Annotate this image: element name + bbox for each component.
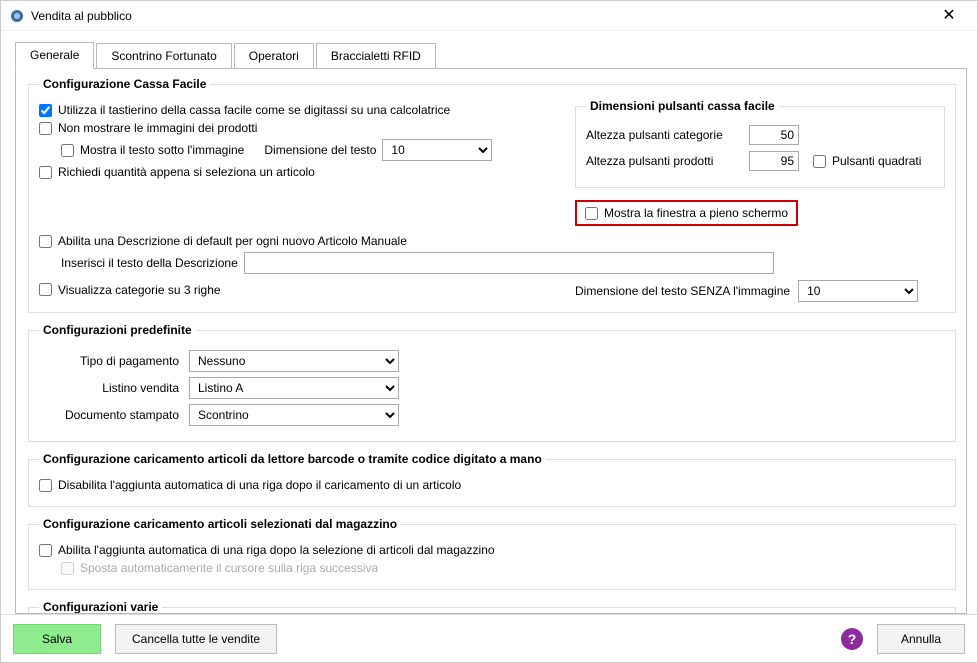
chk-richiedi-quantita-input[interactable]	[39, 166, 52, 179]
tipo-pagamento-select[interactable]: Nessuno	[189, 350, 399, 372]
group-legend: Dimensioni pulsanti cassa facile	[586, 99, 779, 113]
chk-categorie-3-righe-input[interactable]	[39, 283, 52, 296]
tab-label: Operatori	[249, 49, 299, 63]
descrizione-label: Inserisci il testo della Descrizione	[61, 256, 238, 270]
window-root: Vendita al pubblico ✕ Generale Scontrino…	[0, 0, 978, 663]
chk-label: Abilita l'aggiunta automatica di una rig…	[58, 543, 495, 557]
titlebar: Vendita al pubblico ✕	[1, 1, 977, 31]
chk-abilita-descrizione-default-input[interactable]	[39, 235, 52, 248]
chk-tastierino[interactable]: Utilizza il tastierino della cassa facil…	[39, 103, 450, 117]
dim-testo-label: Dimensione del testo	[264, 143, 376, 157]
chk-pulsanti-quadrati-input[interactable]	[813, 155, 826, 168]
altezza-prodotti-label: Altezza pulsanti prodotti	[586, 154, 741, 168]
chk-non-mostrare-immagini[interactable]: Non mostrare le immagini dei prodotti	[39, 121, 257, 135]
chk-richiedi-quantita[interactable]: Richiedi quantità appena si seleziona un…	[39, 165, 315, 179]
chk-label: Mostra il testo sotto l'immagine	[80, 143, 244, 157]
clear-sales-button[interactable]: Cancella tutte le vendite	[115, 624, 277, 654]
tab-label: Braccialetti RFID	[331, 49, 421, 63]
chk-sposta-cursore-input	[61, 562, 74, 575]
footer-bar: Salva Cancella tutte le vendite ? Annull…	[1, 614, 977, 662]
altezza-categorie-input[interactable]	[749, 125, 799, 145]
chk-abilita-descrizione-default[interactable]: Abilita una Descrizione di default per o…	[39, 234, 407, 248]
descrizione-input[interactable]	[244, 252, 774, 274]
dim-testo-senza-label: Dimensione del testo SENZA l'immagine	[575, 284, 790, 298]
chk-label: Disabilita l'aggiunta automatica di una …	[58, 478, 461, 492]
tab-operatori[interactable]: Operatori	[234, 43, 314, 69]
chk-testo-sotto-immagine-input[interactable]	[61, 144, 74, 157]
listino-vendita-select[interactable]: Listino A	[189, 377, 399, 399]
altezza-prodotti-input[interactable]	[749, 151, 799, 171]
altezza-categorie-label: Altezza pulsanti categorie	[586, 128, 741, 142]
chk-label: Utilizza il tastierino della cassa facil…	[58, 103, 450, 117]
chk-label: Sposta automaticamente il cursore sulla …	[80, 561, 378, 575]
tab-generale[interactable]: Generale	[15, 42, 94, 69]
chk-label: Non mostrare le immagini dei prodotti	[58, 121, 257, 135]
save-button[interactable]: Salva	[13, 624, 101, 654]
tabpage-generale: Configurazione Cassa Facile Utilizza il …	[15, 68, 967, 614]
chk-non-mostrare-immagini-input[interactable]	[39, 122, 52, 135]
chk-disabilita-riga-barcode[interactable]: Disabilita l'aggiunta automatica di una …	[39, 478, 461, 492]
chk-fullscreen-input[interactable]	[585, 207, 598, 220]
button-label: Cancella tutte le vendite	[132, 632, 260, 646]
chk-testo-sotto-immagine[interactable]: Mostra il testo sotto l'immagine	[61, 143, 244, 157]
chk-categorie-3-righe[interactable]: Visualizza categorie su 3 righe	[39, 283, 221, 297]
group-legend: Configurazioni varie	[39, 600, 162, 614]
chk-fullscreen[interactable]: Mostra la finestra a pieno schermo	[585, 206, 788, 220]
group-legend: Configurazioni predefinite	[39, 323, 196, 337]
close-icon[interactable]: ✕	[929, 1, 969, 31]
app-icon	[9, 8, 25, 24]
group-cassa-facile: Configurazione Cassa Facile Utilizza il …	[28, 77, 956, 313]
dim-testo-select[interactable]: 10	[382, 139, 492, 161]
chk-sposta-cursore: Sposta automaticamente il cursore sulla …	[61, 561, 378, 575]
tipo-pagamento-label: Tipo di pagamento	[39, 354, 189, 368]
group-varie: Configurazioni varie	[28, 600, 956, 614]
dim-testo-senza-select[interactable]: 10	[798, 280, 918, 302]
chk-label: Richiedi quantità appena si seleziona un…	[58, 165, 315, 179]
group-dimensioni-pulsanti: Dimensioni pulsanti cassa facile Altezza…	[575, 99, 945, 188]
documento-stampato-select[interactable]: Scontrino	[189, 404, 399, 426]
tab-scontrino-fortunato[interactable]: Scontrino Fortunato	[96, 43, 231, 69]
documento-stampato-label: Documento stampato	[39, 408, 189, 422]
chk-pulsanti-quadrati[interactable]: Pulsanti quadrati	[813, 154, 921, 168]
tab-braccialetti-rfid[interactable]: Braccialetti RFID	[316, 43, 436, 69]
help-label: ?	[848, 631, 857, 647]
group-legend: Configurazione caricamento articoli sele…	[39, 517, 401, 531]
group-barcode: Configurazione caricamento articoli da l…	[28, 452, 956, 507]
help-icon[interactable]: ?	[841, 628, 863, 650]
chk-label: Pulsanti quadrati	[832, 154, 921, 168]
chk-label: Mostra la finestra a pieno schermo	[604, 206, 788, 220]
chk-label: Visualizza categorie su 3 righe	[58, 283, 221, 297]
group-configurazioni-predefinite: Configurazioni predefinite Tipo di pagam…	[28, 323, 956, 442]
content-area: Generale Scontrino Fortunato Operatori B…	[1, 31, 977, 662]
chk-abilita-riga-magazzino-input[interactable]	[39, 544, 52, 557]
listino-vendita-label: Listino vendita	[39, 381, 189, 395]
chk-disabilita-riga-barcode-input[interactable]	[39, 479, 52, 492]
chk-abilita-riga-magazzino[interactable]: Abilita l'aggiunta automatica di una rig…	[39, 543, 495, 557]
button-label: Annulla	[901, 632, 941, 646]
button-label: Salva	[42, 632, 72, 646]
window-title: Vendita al pubblico	[31, 9, 929, 23]
group-legend: Configurazione caricamento articoli da l…	[39, 452, 546, 466]
tab-label: Generale	[30, 48, 79, 62]
chk-tastierino-input[interactable]	[39, 104, 52, 117]
tab-label: Scontrino Fortunato	[111, 49, 216, 63]
cancel-button[interactable]: Annulla	[877, 624, 965, 654]
group-legend: Configurazione Cassa Facile	[39, 77, 210, 91]
chk-label: Abilita una Descrizione di default per o…	[58, 234, 407, 248]
tabbar: Generale Scontrino Fortunato Operatori B…	[1, 31, 977, 68]
group-magazzino: Configurazione caricamento articoli sele…	[28, 517, 956, 590]
highlight-fullscreen: Mostra la finestra a pieno schermo	[575, 200, 798, 226]
